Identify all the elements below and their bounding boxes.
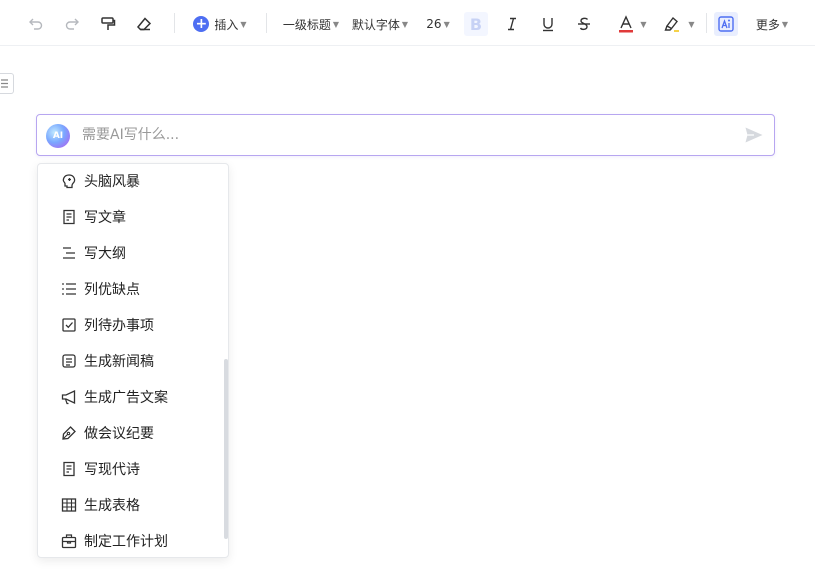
- font-family-select[interactable]: 默认字体 ▼: [350, 12, 410, 36]
- pen-icon: [60, 424, 78, 442]
- font-size-label: 26: [426, 17, 442, 31]
- more-button[interactable]: 更多 ▼: [754, 12, 790, 36]
- menu-item-generate-table[interactable]: 生成表格: [38, 487, 224, 523]
- italic-button[interactable]: [502, 12, 522, 36]
- ai-prompt-box: AI: [36, 114, 775, 156]
- more-label: 更多: [755, 17, 780, 32]
- toolbar-divider: [706, 13, 707, 33]
- menu-item-label: 生成广告文案: [84, 390, 168, 406]
- menu-item-write-outline[interactable]: 写大纲: [38, 235, 224, 271]
- ai-prompt-input[interactable]: [82, 115, 722, 155]
- toolbar-divider: [266, 13, 267, 33]
- ai-write-icon: [718, 16, 734, 32]
- clear-format-button[interactable]: [134, 12, 154, 36]
- heading-select[interactable]: 一级标题 ▼: [281, 12, 341, 36]
- menu-item-label: 写大纲: [84, 246, 126, 262]
- menu-lines-icon: [1, 79, 8, 88]
- checkbox-icon: [60, 316, 78, 334]
- send-icon: [745, 127, 763, 143]
- menu-item-press-release[interactable]: 生成新闻稿: [38, 343, 224, 379]
- underline-button[interactable]: [538, 12, 558, 36]
- heading-label: 一级标题: [282, 17, 331, 32]
- brain-icon: [60, 172, 78, 190]
- chevron-down-icon: ▼: [688, 19, 695, 29]
- insert-button[interactable]: + 插入 ▼: [191, 12, 249, 36]
- underline-icon: [543, 18, 553, 32]
- highlight-button[interactable]: ▼: [662, 12, 696, 36]
- menu-item-label: 写文章: [84, 210, 126, 226]
- menu-item-label: 生成新闻稿: [84, 354, 154, 370]
- menu-scrollbar[interactable]: [224, 359, 228, 539]
- chevron-down-icon: ▼: [781, 19, 789, 29]
- font-label: 默认字体: [351, 17, 400, 32]
- ai-command-menu: 头脑风暴 写文章 写大纲 列优缺点 列待办事项 生成新闻稿 生成广告文案 做会议…: [37, 163, 229, 558]
- strikethrough-icon: [578, 17, 590, 31]
- toolbar-divider: [174, 13, 175, 33]
- chevron-down-icon: ▼: [240, 19, 247, 29]
- briefcase-icon: [60, 532, 78, 550]
- font-size-select[interactable]: 26 ▼: [424, 12, 452, 36]
- menu-item-brainstorm[interactable]: 头脑风暴: [38, 164, 224, 199]
- menu-item-ad-copy[interactable]: 生成广告文案: [38, 379, 224, 415]
- format-painter-button[interactable]: [98, 12, 118, 36]
- chevron-down-icon: ▼: [640, 19, 647, 29]
- document-icon: [60, 208, 78, 226]
- italic-icon: [508, 17, 516, 31]
- bold-button[interactable]: B: [464, 12, 488, 36]
- menu-item-meeting-minutes[interactable]: 做会议纪要: [38, 415, 224, 451]
- chevron-down-icon: ▼: [401, 19, 409, 29]
- news-icon: [60, 352, 78, 370]
- menu-item-todo[interactable]: 列待办事项: [38, 307, 224, 343]
- undo-icon: [29, 18, 43, 30]
- menu-item-work-plan[interactable]: 制定工作计划: [38, 523, 224, 557]
- ai-logo-icon: AI: [46, 124, 70, 148]
- menu-item-label: 做会议纪要: [84, 426, 154, 442]
- menu-item-label: 生成表格: [84, 498, 140, 514]
- menu-item-label: 列待办事项: [84, 318, 154, 334]
- font-color-button[interactable]: ▼: [616, 12, 648, 36]
- poem-icon: [60, 460, 78, 478]
- block-handle[interactable]: [0, 73, 14, 94]
- editor-toolbar: + 插入 ▼ 一级标题 ▼ 默认字体 ▼ 26 ▼ B ▼ ▼ 更多 ▼: [0, 0, 815, 46]
- menu-item-write-article[interactable]: 写文章: [38, 199, 224, 235]
- outline-icon: [60, 244, 78, 262]
- menu-item-pros-cons[interactable]: 列优缺点: [38, 271, 224, 307]
- strikethrough-button[interactable]: [574, 12, 594, 36]
- undo-button[interactable]: [26, 12, 46, 36]
- redo-icon: [65, 18, 79, 30]
- table-icon: [60, 496, 78, 514]
- highlight-icon: [664, 16, 680, 32]
- font-color-icon: [619, 15, 634, 33]
- insert-label: 插入: [214, 17, 239, 32]
- ai-write-button[interactable]: [714, 12, 738, 36]
- menu-item-label: 列优缺点: [84, 282, 140, 298]
- bold-icon: B: [469, 14, 483, 34]
- menu-item-modern-poem[interactable]: 写现代诗: [38, 451, 224, 487]
- send-button[interactable]: [744, 125, 764, 145]
- redo-button[interactable]: [62, 12, 82, 36]
- megaphone-icon: [60, 388, 78, 406]
- chevron-down-icon: ▼: [332, 19, 340, 29]
- eraser-icon: [136, 17, 152, 31]
- menu-item-label: 头脑风暴: [84, 174, 140, 190]
- format-painter-icon: [101, 17, 116, 30]
- menu-item-label: 制定工作计划: [84, 534, 168, 550]
- list-icon: [60, 280, 78, 298]
- chevron-down-icon: ▼: [443, 19, 450, 29]
- menu-item-label: 写现代诗: [84, 462, 140, 478]
- plus-icon: +: [193, 16, 210, 32]
